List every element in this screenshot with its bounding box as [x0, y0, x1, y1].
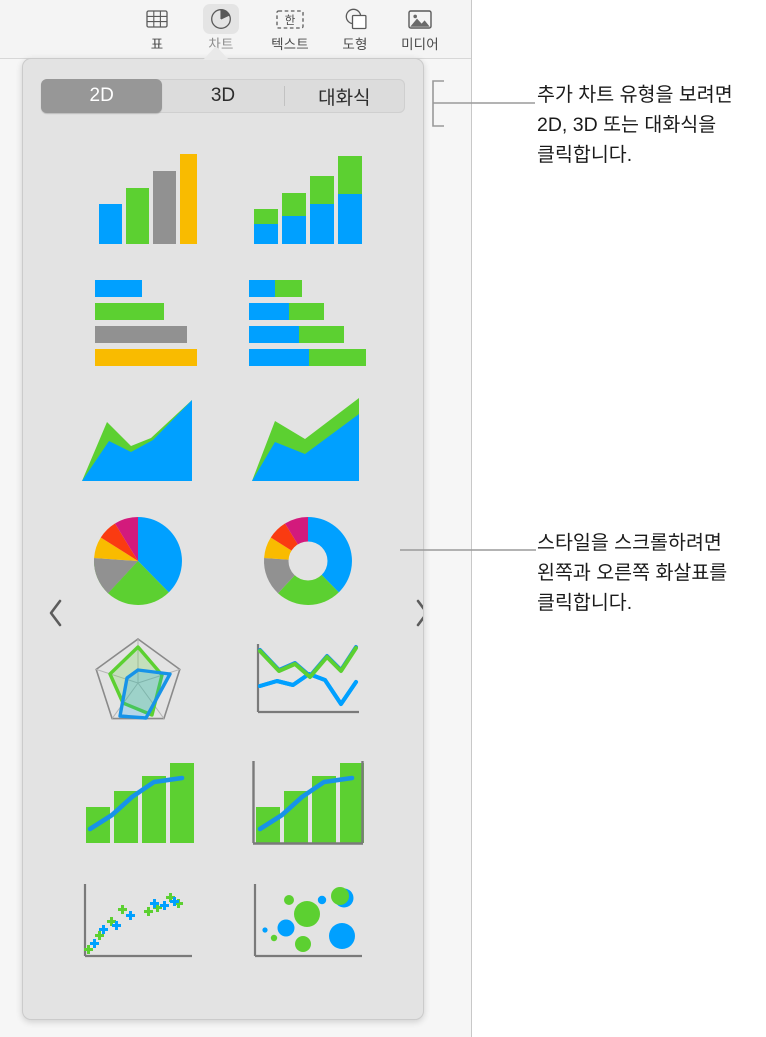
- text-icon: 한: [272, 4, 308, 34]
- callout-leader-2: [400, 549, 536, 551]
- chart-thumb-pie-chart[interactable]: [53, 500, 223, 621]
- chevron-left-icon: [49, 599, 62, 627]
- segment-3d[interactable]: 3D: [162, 79, 283, 113]
- chart-style-popover: 2D 3D 대화식: [22, 58, 424, 1020]
- chart-thumb-column-chart[interactable]: [53, 137, 223, 258]
- scroll-right-button[interactable]: [403, 587, 423, 639]
- toolbar-label-text: 텍스트: [271, 37, 309, 52]
- chart-thumb-bubble-chart[interactable]: [223, 864, 393, 985]
- toolbar-item-text[interactable]: 한 텍스트: [258, 4, 322, 56]
- toolbar-item-chart[interactable]: 차트: [189, 4, 253, 56]
- chart-thumb-line-chart[interactable]: [223, 622, 393, 743]
- scroll-left-button[interactable]: [37, 587, 75, 639]
- chart-thumb-stacked-bar-chart[interactable]: [223, 258, 393, 379]
- chart-thumb-bar-chart[interactable]: [53, 258, 223, 379]
- callout-scroll-styles: 스타일을 스크롤하려면 왼쪽과 오른쪽 화살표를 클릭합니다.: [537, 532, 728, 614]
- chart-thumb-radar-chart[interactable]: [53, 622, 223, 743]
- chevron-right-icon: [416, 599, 423, 627]
- toolbar-label-shape: 도형: [342, 37, 368, 52]
- toolbar-item-shape[interactable]: 도형: [323, 4, 387, 56]
- chart-thumb-area-chart[interactable]: [53, 379, 223, 500]
- toolbar-item-media[interactable]: 미디어: [388, 4, 452, 56]
- svg-text:한: 한: [285, 14, 296, 27]
- toolbar-label-chart: 차트: [208, 37, 234, 52]
- toolbar: 표 차트 한 텍스트 도형 미디어: [0, 0, 471, 58]
- chart-thumb-stacked-area-chart[interactable]: [223, 379, 393, 500]
- chart-thumbnail-grid: [53, 137, 393, 985]
- media-icon: [402, 4, 438, 34]
- toolbar-item-table[interactable]: 표: [125, 4, 189, 56]
- chart-dimension-segmented-control: 2D 3D 대화식: [41, 79, 405, 113]
- shape-icon: [337, 4, 373, 34]
- toolbar-label-table: 표: [150, 37, 164, 52]
- toolbar-label-media: 미디어: [401, 37, 439, 52]
- segment-interactive[interactable]: 대화식: [283, 79, 405, 113]
- callout-leader-1: [432, 80, 535, 127]
- chart-thumb-donut-chart[interactable]: [223, 500, 393, 621]
- chart-thumb-combo-chart-axes[interactable]: [223, 743, 393, 864]
- callout-chart-types: 추가 차트 유형을 보려면 2D, 3D 또는 대화식을 클릭합니다.: [537, 84, 733, 166]
- chart-thumb-stacked-column-chart[interactable]: [223, 137, 393, 258]
- table-icon: [139, 4, 175, 34]
- chart-pie-icon: [203, 4, 239, 34]
- chart-thumb-scatter-chart[interactable]: [53, 864, 223, 985]
- chart-thumb-combo-chart[interactable]: [53, 743, 223, 864]
- segment-2d[interactable]: 2D: [41, 79, 163, 113]
